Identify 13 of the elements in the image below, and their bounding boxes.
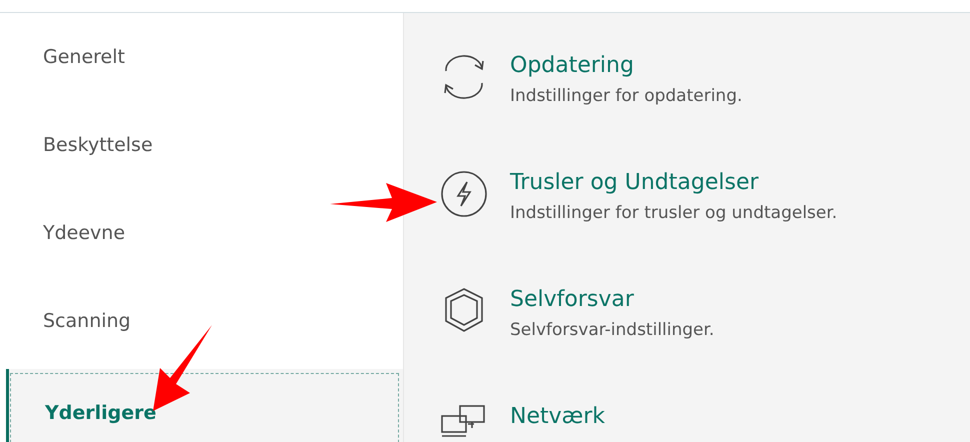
- sidebar-item[interactable]: Ydeevne: [0, 189, 403, 277]
- setting-description: Indstillinger for trusler og undtagelser.: [510, 203, 838, 223]
- setting-description: Selvforsvar-indstillinger.: [510, 320, 714, 340]
- setting-title-link[interactable]: Netværk: [510, 404, 606, 429]
- lightning-circle-icon: [438, 168, 490, 220]
- setting-title-link[interactable]: Trusler og Undtagelser: [510, 170, 838, 195]
- sidebar-item[interactable]: Generelt: [0, 13, 403, 101]
- sidebar-item[interactable]: Scanning: [0, 277, 403, 365]
- setting-title-link[interactable]: Opdatering: [510, 53, 742, 78]
- sidebar-item[interactable]: Yderligere: [6, 369, 403, 442]
- sidebar-item[interactable]: Beskyttelse: [0, 101, 403, 189]
- setting-description: Indstillinger for opdatering.: [510, 86, 742, 106]
- setting-title-link[interactable]: Selvforsvar: [510, 287, 714, 312]
